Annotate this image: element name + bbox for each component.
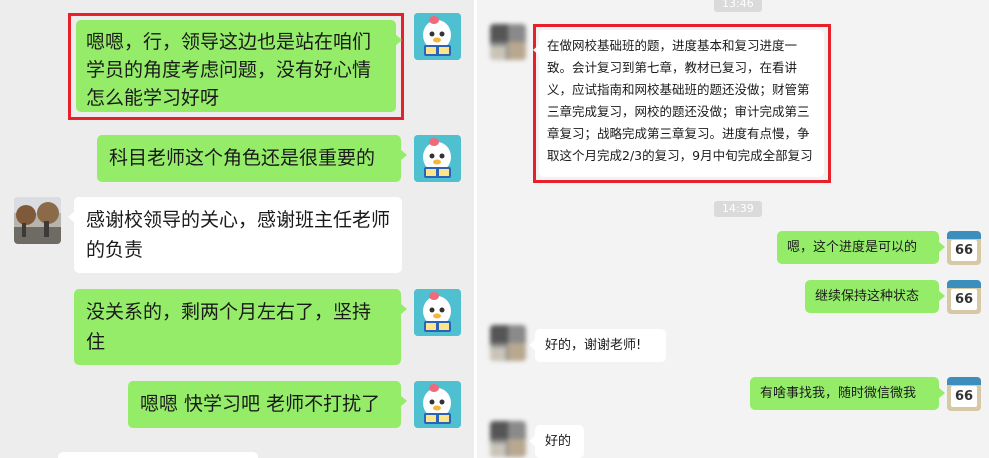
timestamp: 14:39 <box>714 201 762 217</box>
partial-message-bubble <box>58 452 258 458</box>
message-text: 继续保持这种状态 <box>815 289 920 304</box>
teacher-avatar-66[interactable]: 66 <box>947 231 981 265</box>
blurred-avatar-icon <box>490 421 526 457</box>
photo-thumbnail-icon <box>14 197 61 244</box>
message-text: 嗯，这个进度是可以的 <box>787 240 918 255</box>
message-bubble[interactable]: 好的，谢谢老师! <box>529 329 666 362</box>
contact-avatar-blurred[interactable] <box>490 421 526 457</box>
mascot-icon <box>414 135 461 182</box>
message-text: 好的，谢谢老师! <box>545 338 642 353</box>
badge-number: 66 <box>951 289 977 310</box>
badge-header <box>947 231 981 239</box>
message-bubble[interactable]: 继续保持这种状态 <box>805 280 945 313</box>
mascot-icon <box>414 289 461 336</box>
message-bubble[interactable]: 好的 <box>529 425 584 458</box>
mascot-icon <box>414 381 461 428</box>
contact-avatar-blurred[interactable] <box>490 24 526 60</box>
message-text: 在做网校基础班的题，进度基本和复习进度一致。会计复习到第七章，教材已复习，在看讲… <box>547 38 813 163</box>
left-chat-panel: 嗯嗯，行，领导这边也是站在咱们学员的角度考虑问题，没有好心情怎么能学习好呀 科目… <box>0 0 474 458</box>
student-mascot-avatar[interactable] <box>414 381 461 428</box>
message-bubble[interactable]: 在做网校基础班的题，进度基本和复习进度一致。会计复习到第七章，教材已复习，在看讲… <box>533 30 824 177</box>
message-text: 嗯嗯 快学习吧 老师不打扰了 <box>140 393 381 415</box>
contact-avatar-blurred[interactable] <box>490 325 526 361</box>
timestamp: 13:46 <box>714 0 762 12</box>
student-mascot-avatar[interactable] <box>414 135 461 182</box>
contact-photo-avatar[interactable] <box>14 197 61 244</box>
message-text: 好的 <box>545 434 572 449</box>
message-bubble[interactable]: 嗯嗯，行，领导这边也是站在咱们学员的角度考虑问题，没有好心情怎么能学习好呀 <box>76 20 402 112</box>
badge-header <box>947 280 981 288</box>
blurred-avatar-icon <box>490 24 526 60</box>
message-bubble[interactable]: 科目老师这个角色还是很重要的 <box>97 135 407 182</box>
student-mascot-avatar[interactable] <box>414 289 461 336</box>
message-bubble[interactable]: 嗯嗯 快学习吧 老师不打扰了 <box>128 381 407 428</box>
message-text: 没关系的，剩两个月左右了，坚持住 <box>86 301 372 353</box>
mascot-icon <box>414 13 461 60</box>
message-text: 科目老师这个角色还是很重要的 <box>109 147 376 169</box>
message-bubble[interactable]: 没关系的，剩两个月左右了，坚持住 <box>74 289 407 365</box>
message-text: 感谢校领导的关心，感谢班主任老师的负责 <box>86 209 391 261</box>
badge-number: 66 <box>951 386 977 407</box>
message-bubble[interactable]: 嗯，这个进度是可以的 <box>777 231 945 264</box>
teacher-avatar-66[interactable]: 66 <box>947 280 981 314</box>
blurred-avatar-icon <box>490 325 526 361</box>
student-mascot-avatar[interactable] <box>414 13 461 60</box>
badge-header <box>947 377 981 385</box>
message-bubble[interactable]: 感谢校领导的关心，感谢班主任老师的负责 <box>68 197 402 273</box>
message-bubble[interactable]: 有啥事找我，随时微信微我 <box>750 377 945 410</box>
message-text: 嗯嗯，行，领导这边也是站在咱们学员的角度考虑问题，没有好心情怎么能学习好呀 <box>86 31 372 109</box>
message-text: 有啥事找我，随时微信微我 <box>760 386 917 401</box>
right-chat-panel: 13:46 在做网校基础班的题，进度基本和复习进度一致。会计复习到第七章，教材已… <box>477 0 989 458</box>
badge-number: 66 <box>951 240 977 261</box>
teacher-avatar-66[interactable]: 66 <box>947 377 981 411</box>
